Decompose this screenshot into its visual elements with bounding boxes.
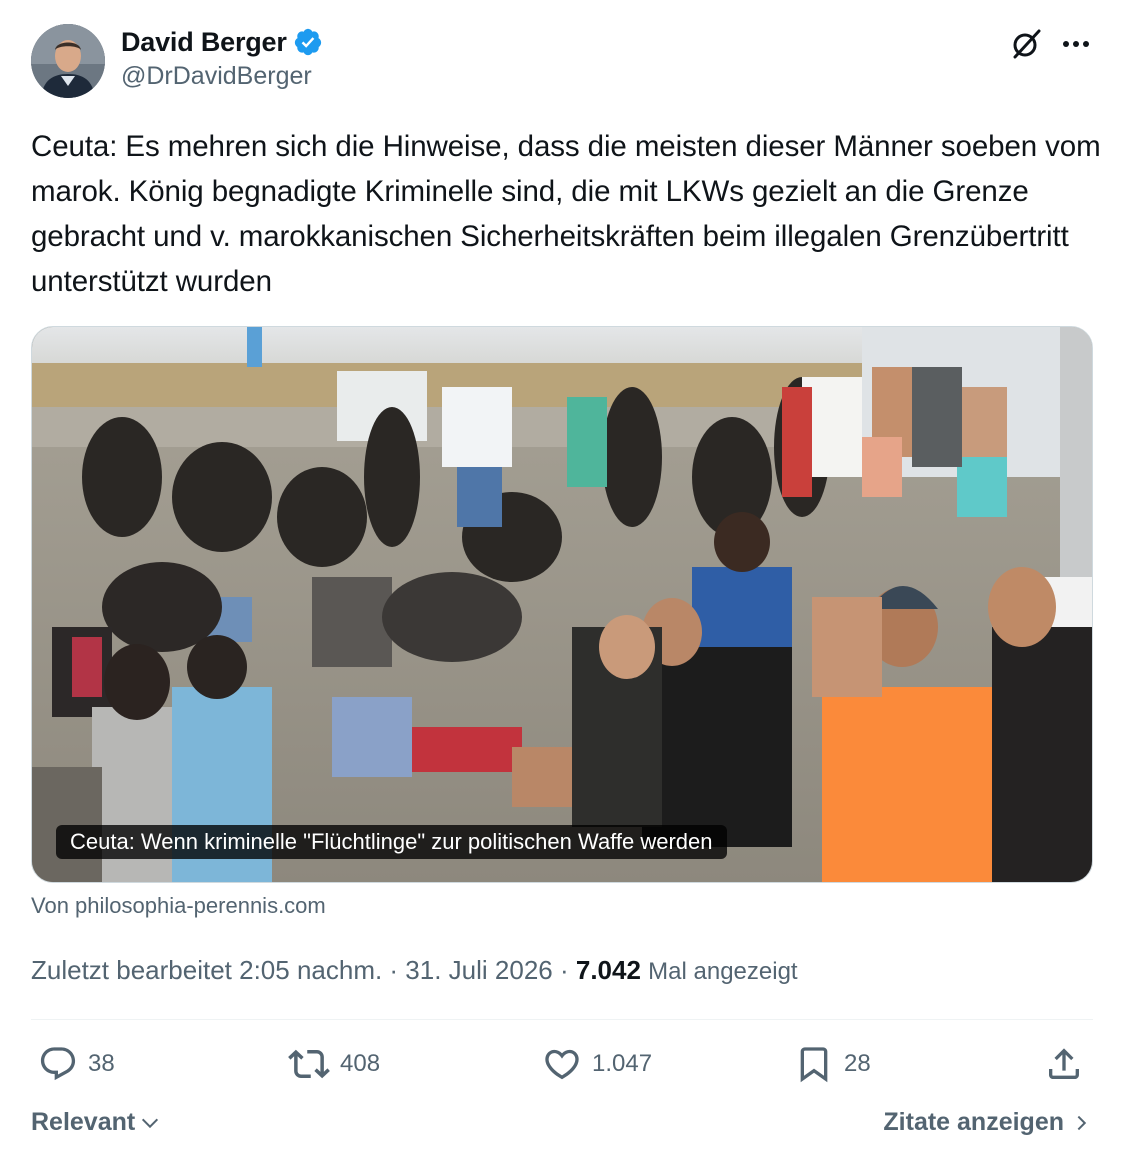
grok-icon[interactable] <box>1006 24 1046 64</box>
author-name-row: David Berger <box>121 24 323 60</box>
views-label: Mal angezeigt <box>648 958 798 985</box>
card-caption: Ceuta: Wenn kriminelle "Flüchtlinge" zur… <box>56 825 727 859</box>
reply-icon <box>40 1047 76 1081</box>
repost-count: 408 <box>340 1050 381 1077</box>
sort-replies-dropdown[interactable]: Relevant <box>31 1108 161 1137</box>
bookmark-count: 28 <box>844 1050 871 1077</box>
divider <box>31 1019 1093 1020</box>
share-icon <box>1049 1048 1079 1079</box>
tweet-meta: Zuletzt bearbeitet 2:05 nachm. · 31. Jul… <box>31 955 798 986</box>
repost-button[interactable]: 408 <box>288 1042 380 1086</box>
tweet-text: Ceuta: Es mehren sich die Hinweise, dass… <box>31 130 1101 298</box>
profile-photo <box>31 24 105 98</box>
heart-icon <box>545 1049 579 1080</box>
bookmark-icon <box>800 1047 828 1083</box>
chevron-right-icon <box>1077 1115 1087 1130</box>
repost-icon <box>288 1049 330 1079</box>
chevron-down-icon <box>142 1118 159 1128</box>
reply-count: 38 <box>88 1050 115 1077</box>
author-handle[interactable]: @DrDavidBerger <box>121 62 312 91</box>
share-button[interactable] <box>1044 1042 1084 1086</box>
more-options-icon[interactable] <box>1056 24 1096 64</box>
author-display-name[interactable]: David Berger <box>121 27 287 58</box>
beach-crowd-photo <box>32 327 1092 882</box>
view-quotes-link[interactable]: Zitate anzeigen <box>883 1108 1090 1137</box>
verified-badge-icon[interactable] <box>293 27 323 57</box>
views-count: 7.042 <box>575 955 641 985</box>
sort-label: Relevant <box>31 1108 136 1136</box>
edited-timestamp[interactable]: Zuletzt bearbeitet 2:05 nachm. · 31. Jul… <box>31 955 576 985</box>
reply-button[interactable]: 38 <box>38 1042 115 1086</box>
like-count: 1.047 <box>592 1050 653 1077</box>
bookmark-button[interactable]: 28 <box>794 1042 871 1086</box>
like-button[interactable]: 1.047 <box>542 1042 652 1086</box>
quotes-label: Zitate anzeigen <box>883 1108 1064 1136</box>
card-source-link[interactable]: Von philosophia-perennis.com <box>31 893 326 919</box>
link-card-image[interactable]: Ceuta: Wenn kriminelle "Flüchtlinge" zur… <box>31 326 1093 883</box>
author-avatar[interactable] <box>31 24 105 98</box>
